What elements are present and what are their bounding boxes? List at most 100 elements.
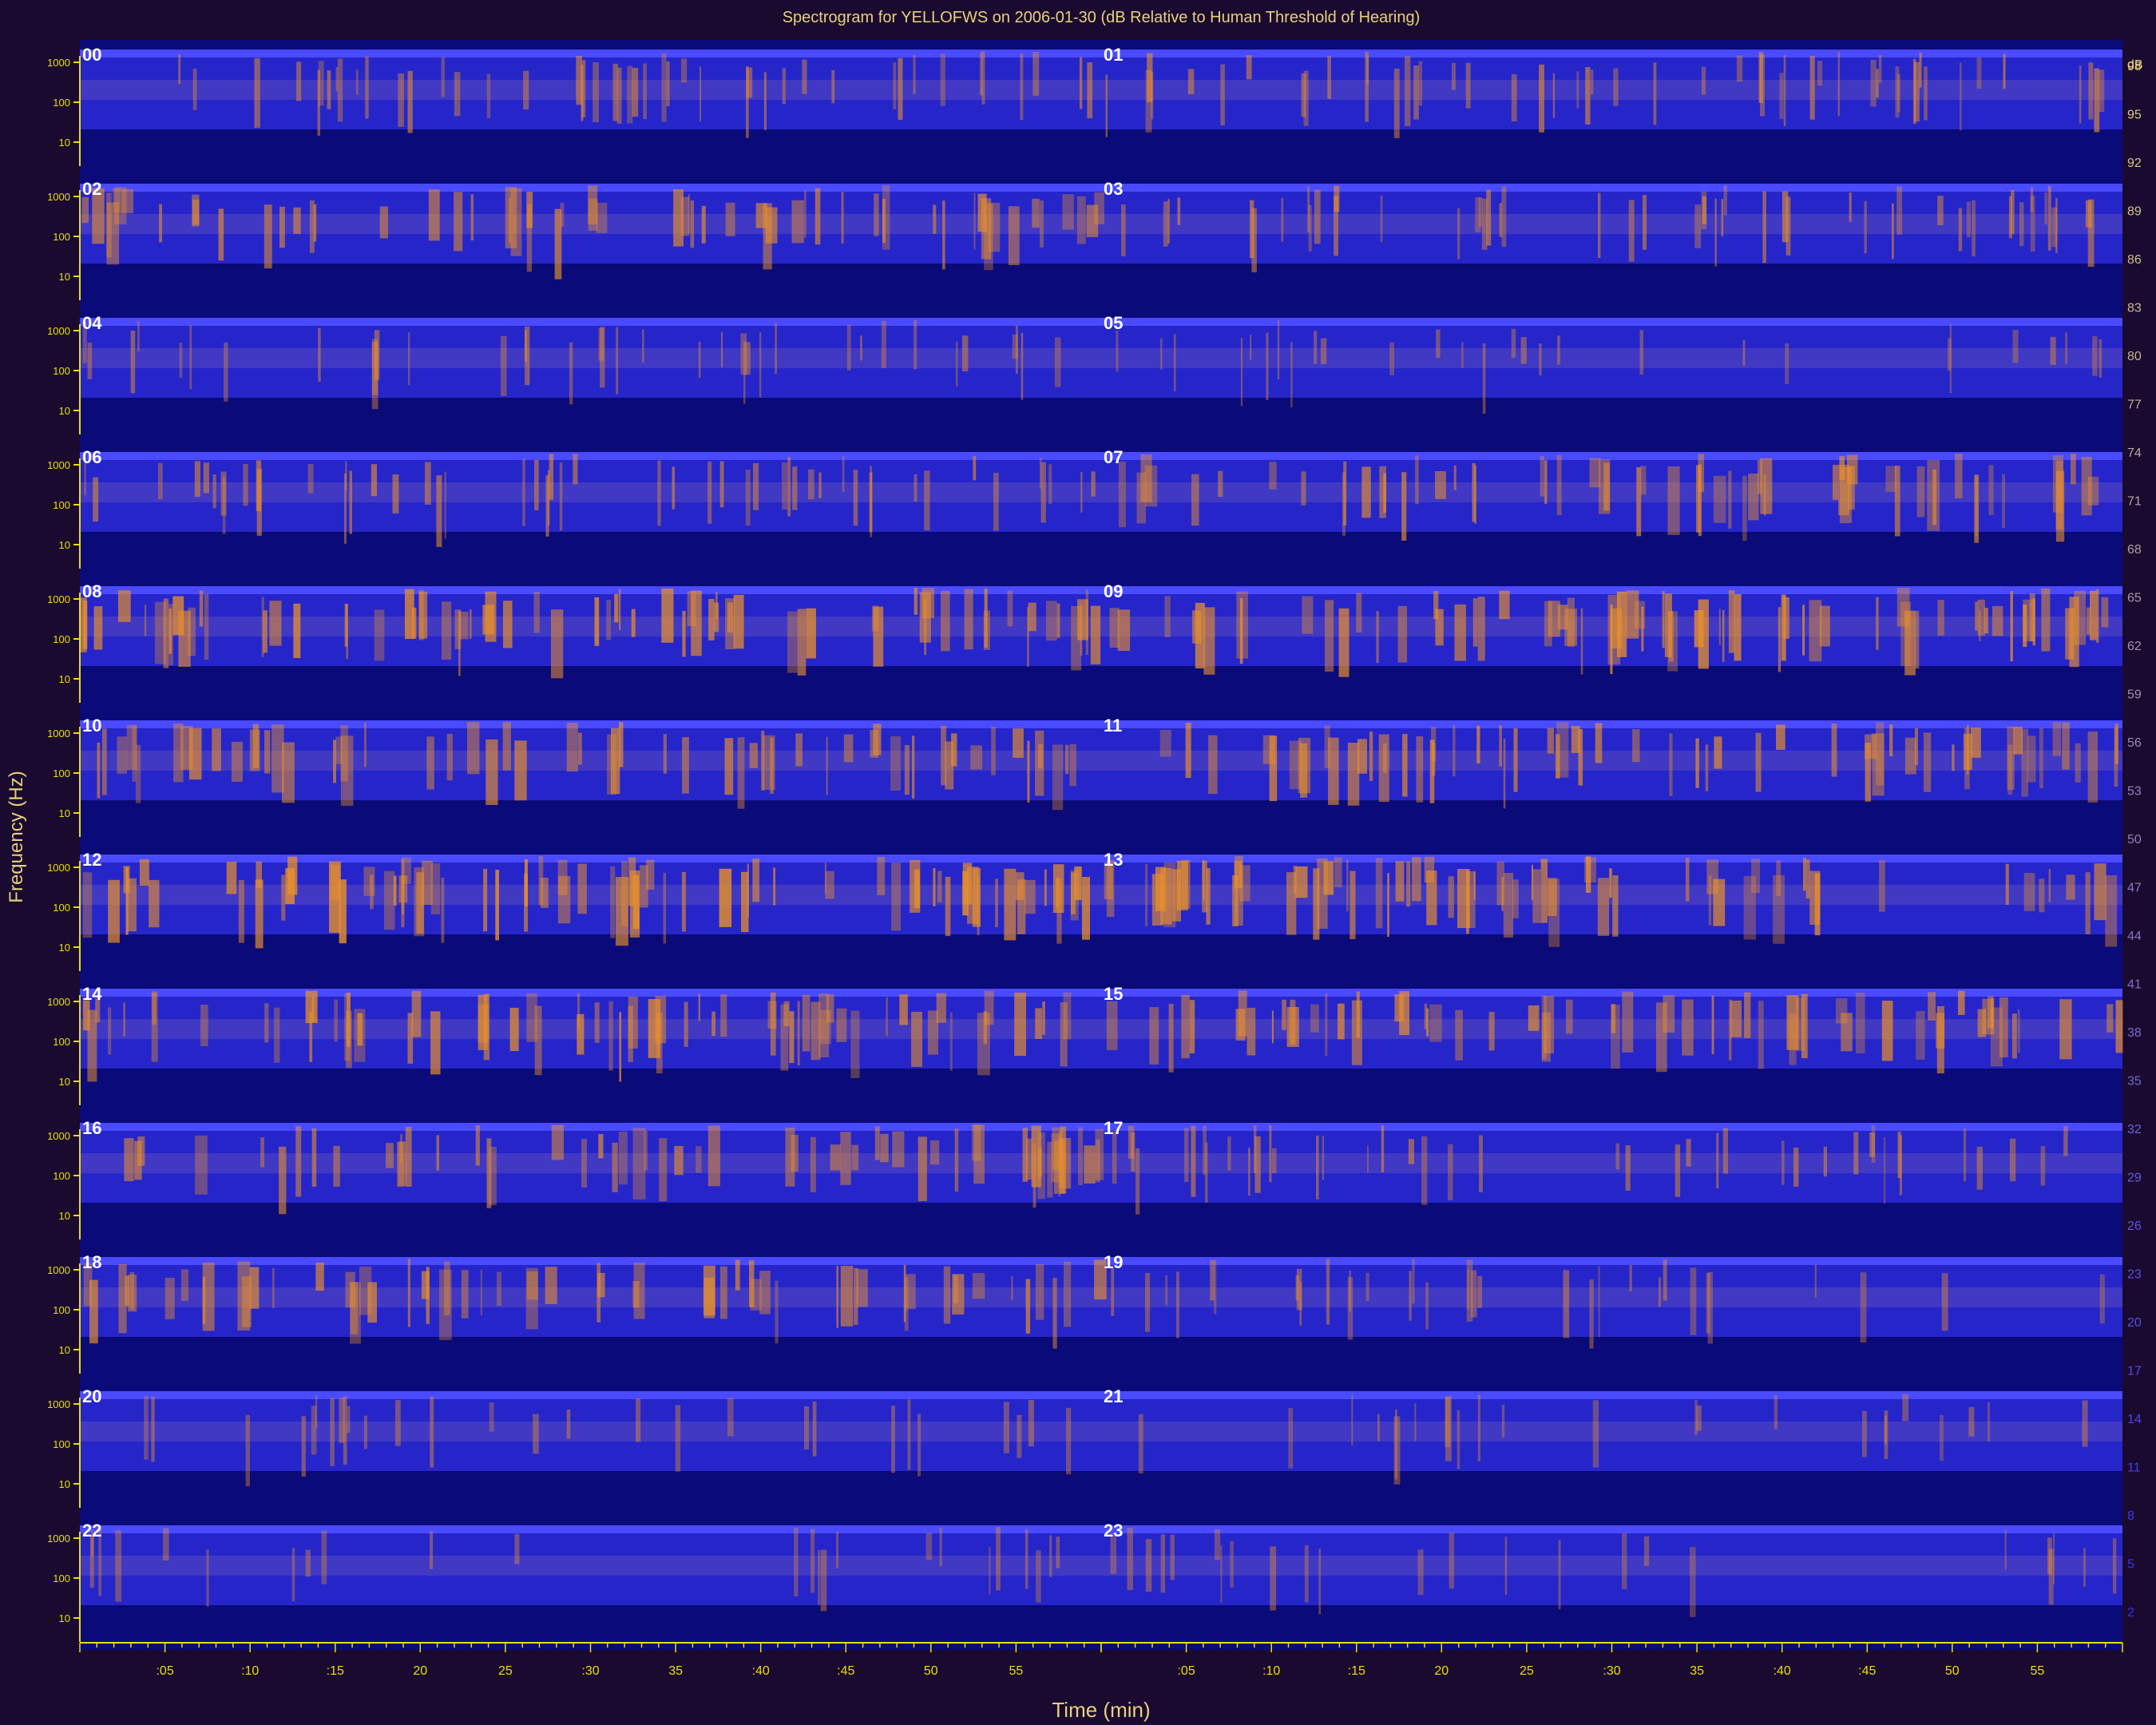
intensity-mark: [1042, 1001, 1045, 1035]
intensity-mark: [610, 866, 616, 938]
intensity-mark: [263, 610, 268, 653]
intensity-mark: [1071, 605, 1082, 671]
intensity-mark: [1054, 337, 1061, 387]
intensity-mark: [441, 57, 445, 97]
intensity-mark: [179, 342, 183, 378]
intensity-mark: [1449, 1533, 1455, 1589]
intensity-mark: [846, 324, 851, 371]
intensity-mark: [1628, 200, 1635, 262]
intensity-mark: [1597, 878, 1610, 936]
hour-label: 08: [82, 581, 101, 601]
time-tick-label: :30: [1603, 1664, 1620, 1678]
intensity-mark: [707, 461, 712, 524]
intensity-mark: [1220, 1545, 1223, 1603]
intensity-mark: [1758, 1001, 1764, 1069]
intensity-mark: [264, 204, 272, 269]
colorbar-tick-label: 71: [2127, 495, 2142, 509]
intensity-mark: [330, 865, 340, 901]
intensity-mark: [1544, 996, 1555, 1054]
intensity-mark: [1773, 874, 1785, 944]
intensity-mark: [252, 724, 260, 768]
intensity-mark: [307, 464, 314, 494]
intensity-mark: [281, 874, 286, 921]
intensity-mark: [2066, 874, 2075, 900]
frequency-tick-label: 10: [59, 673, 70, 685]
intensity-mark: [1742, 475, 1747, 541]
intensity-mark: [127, 878, 137, 932]
hour-label: 02: [82, 179, 101, 199]
intensity-mark: [222, 477, 226, 534]
intensity-mark: [1395, 861, 1405, 902]
intensity-mark: [1298, 737, 1311, 794]
intensity-mark: [485, 739, 498, 805]
frequency-tick-label: 100: [53, 633, 70, 645]
intensity-mark: [1976, 57, 1982, 89]
intensity-mark: [1897, 1132, 1901, 1178]
noise-band-edge: [80, 989, 2122, 997]
intensity-mark: [1181, 995, 1190, 1059]
intensity-mark: [108, 879, 120, 943]
intensity-mark: [1520, 337, 1527, 364]
intensity-mark: [1048, 464, 1052, 505]
intensity-mark: [1173, 334, 1176, 392]
intensity-mark: [2074, 590, 2086, 645]
intensity-mark: [1409, 1271, 1412, 1321]
intensity-mark: [1365, 1272, 1369, 1301]
intensity-mark: [1476, 725, 1480, 763]
intensity-mark: [398, 73, 404, 127]
intensity-mark: [1203, 607, 1215, 675]
intensity-mark: [794, 1527, 799, 1596]
intensity-mark: [1936, 1006, 1944, 1074]
intensity-mark: [1414, 1403, 1417, 1441]
hour-label: 14: [82, 984, 102, 1004]
intensity-mark: [1079, 57, 1083, 109]
intensity-mark: [2017, 1009, 2020, 1053]
colorbar-tick-label: 47: [2127, 882, 2142, 895]
intensity-mark: [953, 1275, 958, 1304]
intensity-mark: [1159, 729, 1171, 757]
intensity-mark: [1417, 1549, 1424, 1596]
colorbar-tick-label: 74: [2127, 446, 2142, 460]
intensity-mark: [1793, 1147, 1799, 1187]
intensity-mark: [1027, 740, 1030, 803]
intensity-mark: [123, 1002, 125, 1037]
intensity-mark: [446, 734, 453, 781]
intensity-mark: [806, 608, 816, 659]
intensity-mark: [1979, 610, 1981, 641]
intensity-mark: [1615, 1143, 1620, 1170]
intensity-mark: [436, 1135, 439, 1171]
intensity-mark: [1833, 465, 1839, 500]
intensity-mark: [495, 870, 499, 941]
intensity-mark: [860, 335, 862, 361]
hour-label: 13: [1104, 850, 1123, 870]
intensity-mark: [1576, 71, 1579, 109]
intensity-mark: [1701, 191, 1707, 230]
intensity-mark: [243, 464, 248, 506]
colorbar-tick-label: 26: [2127, 1219, 2142, 1233]
colorbar-tick-label: 2: [2127, 1606, 2134, 1620]
intensity-mark: [911, 1011, 922, 1067]
intensity-mark: [874, 1126, 880, 1160]
frequency-tick-label: 100: [53, 499, 70, 511]
intensity-mark: [178, 54, 181, 85]
frequency-tick-label: 1000: [47, 862, 70, 874]
intensity-mark: [199, 590, 204, 627]
intensity-mark: [1547, 728, 1554, 754]
intensity-mark: [890, 736, 902, 791]
intensity-mark: [1849, 192, 1852, 222]
intensity-mark: [1269, 1125, 1272, 1183]
intensity-mark: [1302, 596, 1314, 634]
intensity-mark: [1966, 201, 1971, 238]
intensity-mark: [763, 72, 767, 130]
intensity-mark: [551, 609, 564, 679]
intensity-mark: [1952, 744, 1955, 771]
colorbar-tick-label: 38: [2127, 1026, 2142, 1040]
intensity-mark: [621, 861, 628, 926]
intensity-mark: [1960, 62, 1962, 131]
intensity-mark: [526, 192, 533, 228]
noise-band-edge: [80, 586, 2122, 594]
intensity-mark: [1377, 1414, 1380, 1441]
intensity-mark: [1736, 55, 1743, 82]
intensity-mark: [87, 343, 93, 379]
intensity-mark: [2101, 597, 2109, 628]
